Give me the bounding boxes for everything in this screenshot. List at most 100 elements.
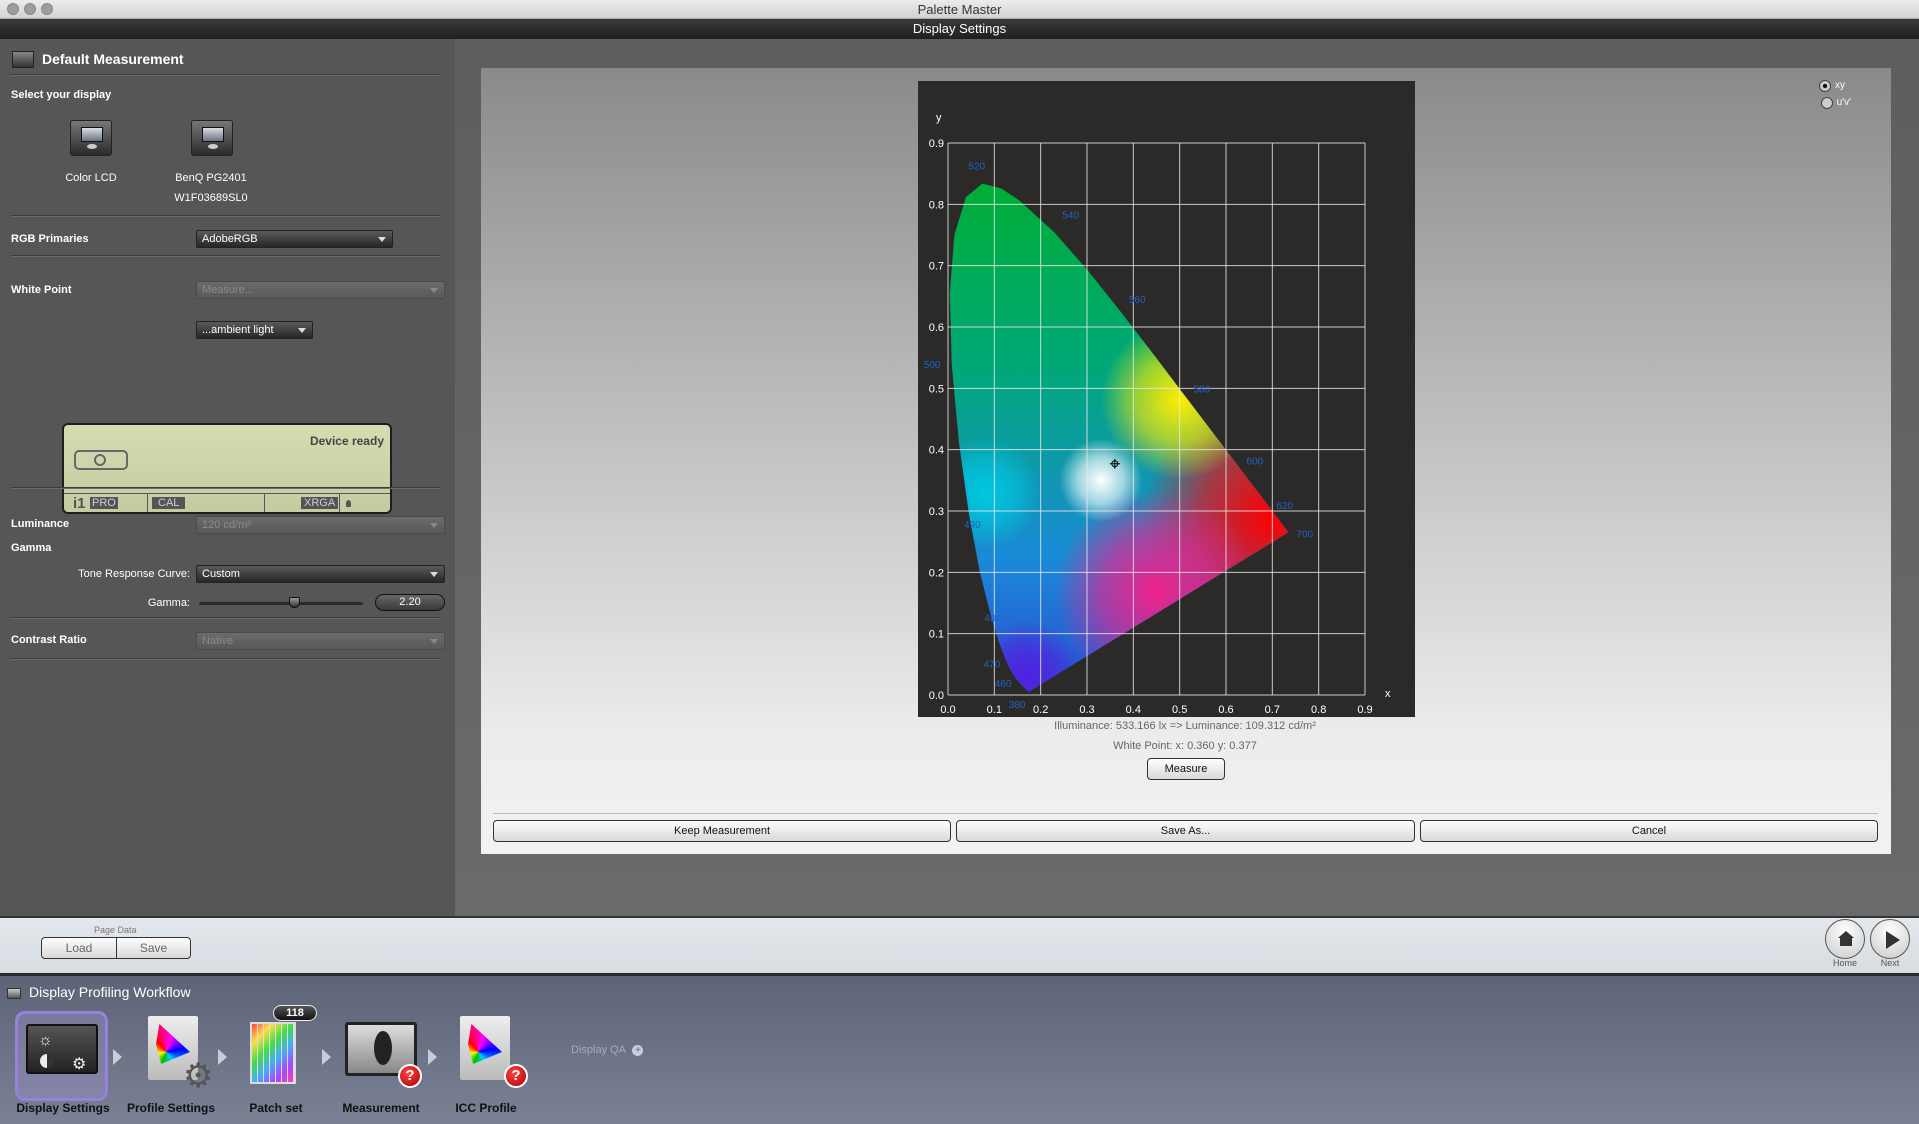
rgb-primaries-select[interactable]: AdobeRGB bbox=[196, 230, 393, 248]
y-tick-label: 0.7 bbox=[929, 261, 944, 273]
step-patch-set[interactable]: 118 bbox=[248, 1005, 328, 1094]
panel-header: Default Measurement bbox=[42, 51, 184, 67]
display-color-lcd-button[interactable] bbox=[70, 120, 112, 156]
y-tick-label: 0.8 bbox=[929, 199, 944, 211]
page-header: Display Settings bbox=[0, 19, 1919, 39]
y-tick-label: 0.5 bbox=[929, 383, 944, 395]
display-qa-label: Display QA bbox=[571, 1044, 626, 1056]
device-standard: XRGA bbox=[301, 497, 339, 509]
tone-response-value: Custom bbox=[202, 568, 240, 580]
next-button[interactable] bbox=[1870, 919, 1910, 959]
window-titlebar: Palette Master bbox=[0, 0, 1919, 19]
x-axis-label: x bbox=[1385, 688, 1391, 700]
wavelength-label: 380 bbox=[1009, 700, 1026, 711]
y-tick-label: 0.2 bbox=[929, 567, 944, 579]
gamma-stepper[interactable]: 2.20 bbox=[375, 594, 445, 611]
ambient-light-value: ...ambient light bbox=[202, 324, 274, 336]
step-measurement[interactable]: ? bbox=[345, 1014, 425, 1094]
workflow-bar: Display Profiling Workflow ☼ ⚙ Display Se… bbox=[0, 973, 1919, 1124]
step-label: Display Settings bbox=[16, 1101, 110, 1115]
divider bbox=[493, 813, 1878, 814]
x-tick-label: 0.1 bbox=[987, 704, 1002, 716]
gamma-slider-thumb[interactable] bbox=[289, 597, 301, 608]
wavelength-label: 540 bbox=[1062, 210, 1079, 221]
device-status: Device ready bbox=[309, 434, 384, 448]
load-button[interactable]: Load bbox=[41, 937, 117, 959]
rgb-primaries-label: RGB Primaries bbox=[11, 233, 89, 245]
radio-uv-label: u'v' bbox=[1836, 97, 1851, 108]
step-icc-profile[interactable]: ? bbox=[458, 1014, 538, 1094]
save-as-button[interactable]: Save As... bbox=[956, 820, 1415, 842]
contrast-ratio-label: Contrast Ratio bbox=[11, 634, 87, 646]
display-name: BenQ PG2401 bbox=[175, 172, 247, 184]
chevron-down-icon bbox=[430, 523, 438, 528]
window-title: Palette Master bbox=[917, 2, 1002, 17]
y-tick-label: 0.9 bbox=[929, 138, 944, 150]
x-tick-label: 0.2 bbox=[1033, 704, 1048, 716]
save-page-button[interactable]: Save bbox=[116, 937, 191, 959]
wavelength-label: 520 bbox=[968, 162, 985, 173]
display-name: Color LCD bbox=[65, 172, 117, 184]
next-label: Next bbox=[1880, 958, 1900, 968]
device-model: PRO bbox=[90, 497, 118, 509]
luminance-select[interactable]: 120 cd/m² bbox=[196, 516, 445, 534]
gear-icon: ⚙ bbox=[183, 1057, 214, 1095]
keep-measurement-button[interactable]: Keep Measurement bbox=[493, 820, 951, 842]
gamma-label: Gamma: bbox=[147, 597, 190, 609]
display-benq-button[interactable] bbox=[191, 120, 233, 156]
gamma-section-label: Gamma bbox=[11, 542, 52, 554]
workflow-title: Display Profiling Workflow bbox=[29, 984, 191, 1000]
home-label: Home bbox=[1832, 958, 1857, 968]
step-label: Profile Settings bbox=[126, 1101, 215, 1115]
rgb-primaries-value: AdobeRGB bbox=[202, 233, 258, 245]
tone-response-select[interactable]: Custom bbox=[196, 565, 445, 583]
contrast-ratio-select[interactable]: Native bbox=[196, 632, 445, 650]
wavelength-label: 580 bbox=[1193, 385, 1210, 396]
gamma-slider[interactable] bbox=[199, 597, 363, 608]
chevron-down-icon bbox=[430, 639, 438, 644]
step-profile-settings[interactable]: ⚙ bbox=[143, 1014, 223, 1095]
cancel-button[interactable]: Cancel bbox=[1420, 820, 1878, 842]
page-data-bar: Page Data Load Save bbox=[0, 916, 1919, 973]
warning-icon: ? bbox=[504, 1064, 528, 1088]
close-window-button[interactable] bbox=[7, 3, 19, 15]
display-qa-link[interactable]: Display QA + bbox=[571, 1044, 644, 1056]
minimize-window-button[interactable] bbox=[24, 3, 36, 15]
display-settings-icon: ☼ ⚙ bbox=[26, 1024, 98, 1074]
home-button[interactable] bbox=[1825, 919, 1865, 959]
y-tick-label: 0.3 bbox=[929, 506, 944, 518]
y-tick-label: 0.1 bbox=[929, 629, 944, 641]
display-serial: W1F03689SL0 bbox=[174, 192, 248, 204]
cie-xy-diagram: 0.0 0.1 0.2 0.3 0.4 0.5 0.6 0.7 0.8 0.9 0.0 0.1 0.2 0… bbox=[924, 112, 1391, 716]
radio-xy[interactable]: xy bbox=[1819, 80, 1845, 92]
ambient-light-select[interactable]: ...ambient light bbox=[196, 321, 313, 339]
wavelength-label: 700 bbox=[1296, 529, 1313, 540]
x-tick-label: 0.4 bbox=[1126, 704, 1141, 716]
chevron-down-icon bbox=[298, 328, 306, 333]
cie-chart: 0.0 0.1 0.2 0.3 0.4 0.5 0.6 0.7 0.8 0.9 0.0 0.1 0.2 0… bbox=[918, 81, 1415, 717]
radio-xy-label: xy bbox=[1835, 80, 1845, 91]
page-title: Display Settings bbox=[912, 21, 1007, 36]
measure-button[interactable]: Measure bbox=[1147, 758, 1225, 780]
wavelength-label: 480 bbox=[984, 614, 1001, 625]
step-label: Patch set bbox=[249, 1101, 303, 1115]
x-tick-label: 0.7 bbox=[1265, 704, 1280, 716]
radio-uv[interactable]: u'v' bbox=[1820, 97, 1851, 109]
radio-icon bbox=[1819, 80, 1831, 92]
y-axis-label: y bbox=[936, 112, 942, 124]
y-tick-label: 0.0 bbox=[929, 690, 944, 702]
device-status-display: Device ready i1 PRO CAL XRGA bbox=[62, 423, 392, 514]
y-tick-label: 0.4 bbox=[929, 445, 944, 457]
measurement-icon bbox=[12, 51, 34, 68]
step-label: Measurement bbox=[342, 1101, 420, 1115]
luminance-value: 120 cd/m² bbox=[202, 519, 251, 531]
wavelength-label: 490 bbox=[964, 520, 981, 531]
contrast-ratio-value: Native bbox=[202, 635, 234, 647]
white-point-select[interactable]: Measure... bbox=[196, 281, 445, 299]
white-point-value: Measure... bbox=[202, 284, 254, 296]
plus-circle-icon: + bbox=[632, 1045, 644, 1056]
x-tick-label: 0.9 bbox=[1357, 704, 1372, 716]
zoom-window-button[interactable] bbox=[41, 3, 53, 15]
white-point-label: White Point bbox=[11, 284, 72, 296]
step-display-settings[interactable]: ☼ ⚙ bbox=[15, 1011, 108, 1101]
